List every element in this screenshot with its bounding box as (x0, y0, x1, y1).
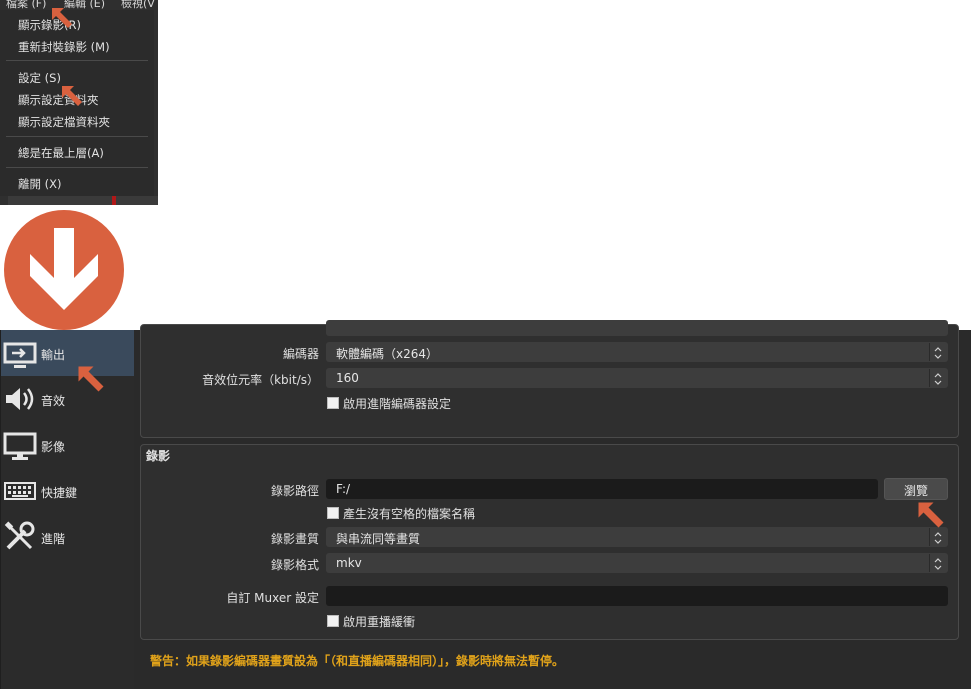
menu-item-show-profile-folder[interactable]: 顯示設定檔資料夾 (18, 114, 110, 130)
sidebar-item-label: 影像 (41, 440, 66, 454)
settings-content: 編碼器 軟體編碼（x264） 音效位元率（kbit/s） 160 啟用進階編碼器… (134, 320, 971, 689)
menu-item-remux[interactable]: 重新封裝錄影 (M) (18, 39, 110, 55)
spin-arrows-icon (929, 528, 946, 546)
display-icon (3, 432, 37, 460)
sidebar-item-video[interactable]: 影像 (1, 422, 134, 468)
audio-bitrate-label: 音效位元率（kbit/s） (202, 373, 319, 387)
custom-muxer-label: 自訂 Muxer 設定 (226, 591, 319, 605)
sidebar-item-label: 輸出 (41, 348, 66, 362)
sidebar-item-advanced[interactable]: 進階 (1, 514, 134, 560)
monitor-output-icon (3, 342, 37, 368)
encoder-select[interactable]: 軟體編碼（x264） (326, 342, 948, 362)
menu-item-settings[interactable]: 設定 (S) (18, 70, 61, 86)
partial-combo[interactable] (326, 320, 948, 336)
no-space-filename-checkbox[interactable] (327, 507, 339, 519)
down-arrow-icon (30, 228, 98, 310)
menu-view[interactable]: 檢視(V (121, 0, 155, 10)
settings-sidebar: 輸出 音效 影像 快捷鍵 進階 (1, 330, 134, 689)
menu-background-strip (8, 196, 158, 205)
sidebar-item-output[interactable]: 輸出 (1, 330, 134, 376)
menu-item-show-settings-folder[interactable]: 顯示設定資料夾 (18, 92, 99, 108)
pointer-arrow-icon (78, 366, 104, 392)
recording-format-select[interactable]: mkv (326, 553, 948, 573)
menu-separator (6, 60, 148, 61)
warning-text: 警告：如果錄影編碼器畫質設為「（和直播編碼器相同）」，錄影時將無法暫停。 (150, 654, 565, 668)
spin-arrows-icon (929, 369, 946, 387)
menu-file[interactable]: 檔案 (F) (6, 0, 46, 10)
keyboard-icon (4, 482, 36, 500)
sidebar-item-audio[interactable]: 音效 (1, 376, 134, 422)
advanced-encoder-label: 啟用進階編碼器設定 (343, 397, 452, 411)
pointer-arrow-icon (918, 502, 944, 528)
spin-arrows-icon (929, 343, 946, 361)
sidebar-item-hotkeys[interactable]: 快捷鍵 (1, 468, 134, 514)
recording-section-title: 錄影 (146, 449, 171, 463)
sidebar-item-label: 進階 (41, 532, 66, 546)
tools-icon (4, 521, 35, 550)
replay-buffer-label: 啟用重播緩衝 (343, 615, 416, 629)
menu-separator (6, 167, 148, 168)
menubar: 檔案 (F) 編輯 (E) 檢視(V (0, 0, 158, 10)
recording-quality-label: 錄影畫質 (270, 532, 319, 546)
recording-format-label: 錄影格式 (270, 558, 319, 572)
sidebar-item-label: 快捷鍵 (41, 486, 78, 500)
down-arrow-circle (4, 210, 124, 330)
recording-path-input[interactable]: F:/ (326, 479, 878, 499)
recording-path-label: 錄影路徑 (270, 484, 319, 498)
advanced-encoder-checkbox[interactable] (327, 397, 339, 409)
speaker-icon (6, 388, 34, 410)
custom-muxer-input[interactable] (326, 586, 948, 606)
red-indicator (112, 196, 116, 205)
browse-button[interactable]: 瀏覽 (884, 478, 948, 500)
pointer-arrow-icon (52, 8, 72, 28)
sidebar-item-label: 音效 (41, 394, 66, 408)
recording-quality-select[interactable]: 與串流同等畫質 (326, 527, 948, 547)
encoder-label: 編碼器 (282, 347, 319, 361)
menu-item-always-on-top[interactable]: 總是在最上層(A) (18, 145, 104, 161)
replay-buffer-checkbox[interactable] (327, 615, 339, 627)
no-space-filename-label: 產生沒有空格的檔案名稱 (343, 507, 476, 521)
menu-item-exit[interactable]: 離開 (X) (18, 176, 62, 192)
spin-arrows-icon (929, 554, 946, 572)
menu-separator (6, 136, 148, 137)
audio-bitrate-select[interactable]: 160 (326, 368, 948, 388)
pointer-arrow-icon (62, 86, 82, 106)
